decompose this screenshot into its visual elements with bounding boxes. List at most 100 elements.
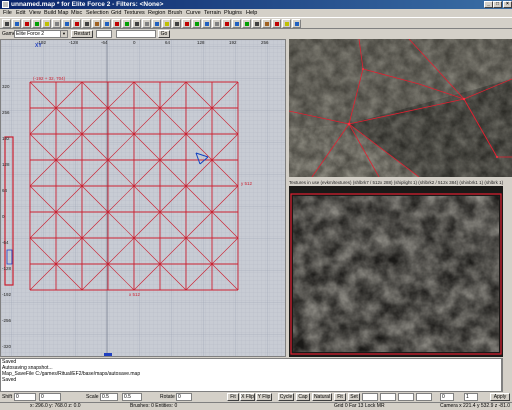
- select-complete-button[interactable]: [82, 19, 91, 28]
- ruler-tick: 128: [2, 162, 10, 167]
- menu-plugins[interactable]: Plugins: [224, 9, 242, 17]
- selected-brush-mesh[interactable]: [29, 81, 239, 291]
- console-scrollbar[interactable]: [502, 358, 512, 392]
- game-select[interactable]: Elite Force 2 ▼: [14, 30, 68, 38]
- camera-canvas[interactable]: [289, 39, 512, 177]
- rotate-z-icon: [75, 22, 79, 26]
- command-input[interactable]: [116, 30, 156, 38]
- scale-button[interactable]: [202, 19, 211, 28]
- menu-grid[interactable]: Grid: [111, 9, 121, 17]
- restart-button[interactable]: Restart: [71, 30, 93, 38]
- open-button[interactable]: [2, 19, 11, 28]
- ruler-tick: 64: [2, 188, 8, 193]
- texture-browser[interactable]: Textures in use (evkm/textures) (shlbrk7…: [289, 180, 512, 357]
- save-button[interactable]: [12, 19, 21, 28]
- menu-misc[interactable]: Misc: [71, 9, 82, 17]
- close-button[interactable]: ×: [503, 1, 512, 8]
- menu-terrain[interactable]: Terrain: [204, 9, 221, 17]
- cap-button[interactable]: [242, 19, 251, 28]
- ruler-tick: 192: [2, 136, 10, 141]
- rotate-input[interactable]: 0: [176, 393, 192, 401]
- map-combo[interactable]: [96, 30, 112, 38]
- menu-build-map[interactable]: Build Map: [44, 9, 68, 17]
- rotate-z-button[interactable]: [72, 19, 81, 28]
- natural-button[interactable]: Natural: [312, 393, 332, 401]
- cycle-button[interactable]: Cycle: [278, 393, 294, 401]
- game-bar: Game Elite Force 2 ▼ Restart Go: [0, 29, 512, 39]
- texture-canvas[interactable]: [289, 186, 512, 357]
- minimize-button[interactable]: _: [484, 1, 493, 8]
- clipper-button[interactable]: [142, 19, 151, 28]
- drag-edges-icon: [185, 22, 189, 26]
- menu-file[interactable]: File: [3, 9, 12, 17]
- s-input[interactable]: 0: [440, 393, 454, 401]
- texture-lock-button[interactable]: [162, 19, 171, 28]
- rotate-button[interactable]: [212, 19, 221, 28]
- flip-y-button[interactable]: [32, 19, 41, 28]
- shift-h-input[interactable]: 0: [14, 393, 36, 401]
- t-input[interactable]: 1: [464, 393, 478, 401]
- fit-button[interactable]: Fit: [227, 393, 239, 401]
- scale-v-input[interactable]: 0.5: [122, 393, 142, 401]
- console-log[interactable]: Saved Autosaving snapshot... Map_SaveFil…: [0, 358, 502, 392]
- drag-vertices-button[interactable]: [192, 19, 201, 28]
- patch-combo-4[interactable]: [416, 393, 432, 401]
- ruler-tick: 320: [2, 84, 10, 89]
- menu-region[interactable]: Region: [148, 9, 165, 17]
- camera-view[interactable]: [289, 39, 512, 177]
- menu-textures[interactable]: Textures: [124, 9, 145, 17]
- csg-subtract-button[interactable]: [112, 19, 121, 28]
- rotate-y-button[interactable]: [62, 19, 71, 28]
- scale-h-input[interactable]: 0.5: [100, 393, 118, 401]
- xy-grid-view[interactable]: -192 -128 -64 0 64 128 192 256 320 256 1…: [0, 39, 286, 357]
- hollow-button[interactable]: [132, 19, 141, 28]
- grid-canvas[interactable]: [1, 40, 285, 356]
- entity-icon: [275, 22, 279, 26]
- flip-z-button[interactable]: [42, 19, 51, 28]
- patch-button[interactable]: [222, 19, 231, 28]
- brush-width-label: x 512: [129, 292, 141, 297]
- pointfile-button[interactable]: [292, 19, 301, 28]
- save-icon: [15, 22, 19, 26]
- shift-v-input[interactable]: 0: [39, 393, 61, 401]
- menu-brush[interactable]: Brush: [168, 9, 182, 17]
- menu-view[interactable]: View: [29, 9, 41, 17]
- origin-marker: [104, 353, 112, 356]
- terrain-button[interactable]: [262, 19, 271, 28]
- rotate-x-button[interactable]: [52, 19, 61, 28]
- view-change-button[interactable]: [152, 19, 161, 28]
- set-button[interactable]: Set: [348, 393, 360, 401]
- title-bar: unnamed.map * for Elite Force 2 - Filter…: [0, 0, 512, 9]
- fit-patch-button[interactable]: Fit: [334, 393, 346, 401]
- csg-merge-button[interactable]: [122, 19, 131, 28]
- texture-scrollbar[interactable]: [503, 186, 512, 357]
- patch-combo-2[interactable]: [380, 393, 396, 401]
- x-flip-button[interactable]: X Flip: [240, 393, 255, 401]
- patch-combo-3[interactable]: [398, 393, 414, 401]
- go-button[interactable]: Go: [158, 30, 170, 38]
- maximize-button[interactable]: □: [493, 1, 502, 8]
- menu-edit[interactable]: Edit: [16, 9, 25, 17]
- ruler-tick: 0: [2, 214, 5, 219]
- texture-thumbnail[interactable]: [293, 196, 499, 352]
- menu-curve[interactable]: Curve: [186, 9, 201, 17]
- cap-button[interactable]: Cap: [296, 393, 310, 401]
- rotate-y-icon: [65, 22, 69, 26]
- drag-edges-button[interactable]: [182, 19, 191, 28]
- patch-combo-1[interactable]: [362, 393, 378, 401]
- bend-button[interactable]: [232, 19, 241, 28]
- select-touching-button[interactable]: [102, 19, 111, 28]
- y-flip-button[interactable]: Y Flip: [256, 393, 272, 401]
- flip-x-button[interactable]: [22, 19, 31, 28]
- thicken-button[interactable]: [252, 19, 261, 28]
- rotate-icon: [215, 22, 219, 26]
- light-button[interactable]: [282, 19, 291, 28]
- camera-button[interactable]: [172, 19, 181, 28]
- status-counts: Brushes: 0 Entities: 0: [130, 403, 178, 409]
- select-inside-button[interactable]: [92, 19, 101, 28]
- menu-selection[interactable]: Selection: [86, 9, 109, 17]
- game-select-value: Elite Force 2: [16, 31, 45, 37]
- menu-help[interactable]: Help: [246, 9, 257, 17]
- apply-button[interactable]: Apply: [490, 393, 510, 401]
- entity-button[interactable]: [272, 19, 281, 28]
